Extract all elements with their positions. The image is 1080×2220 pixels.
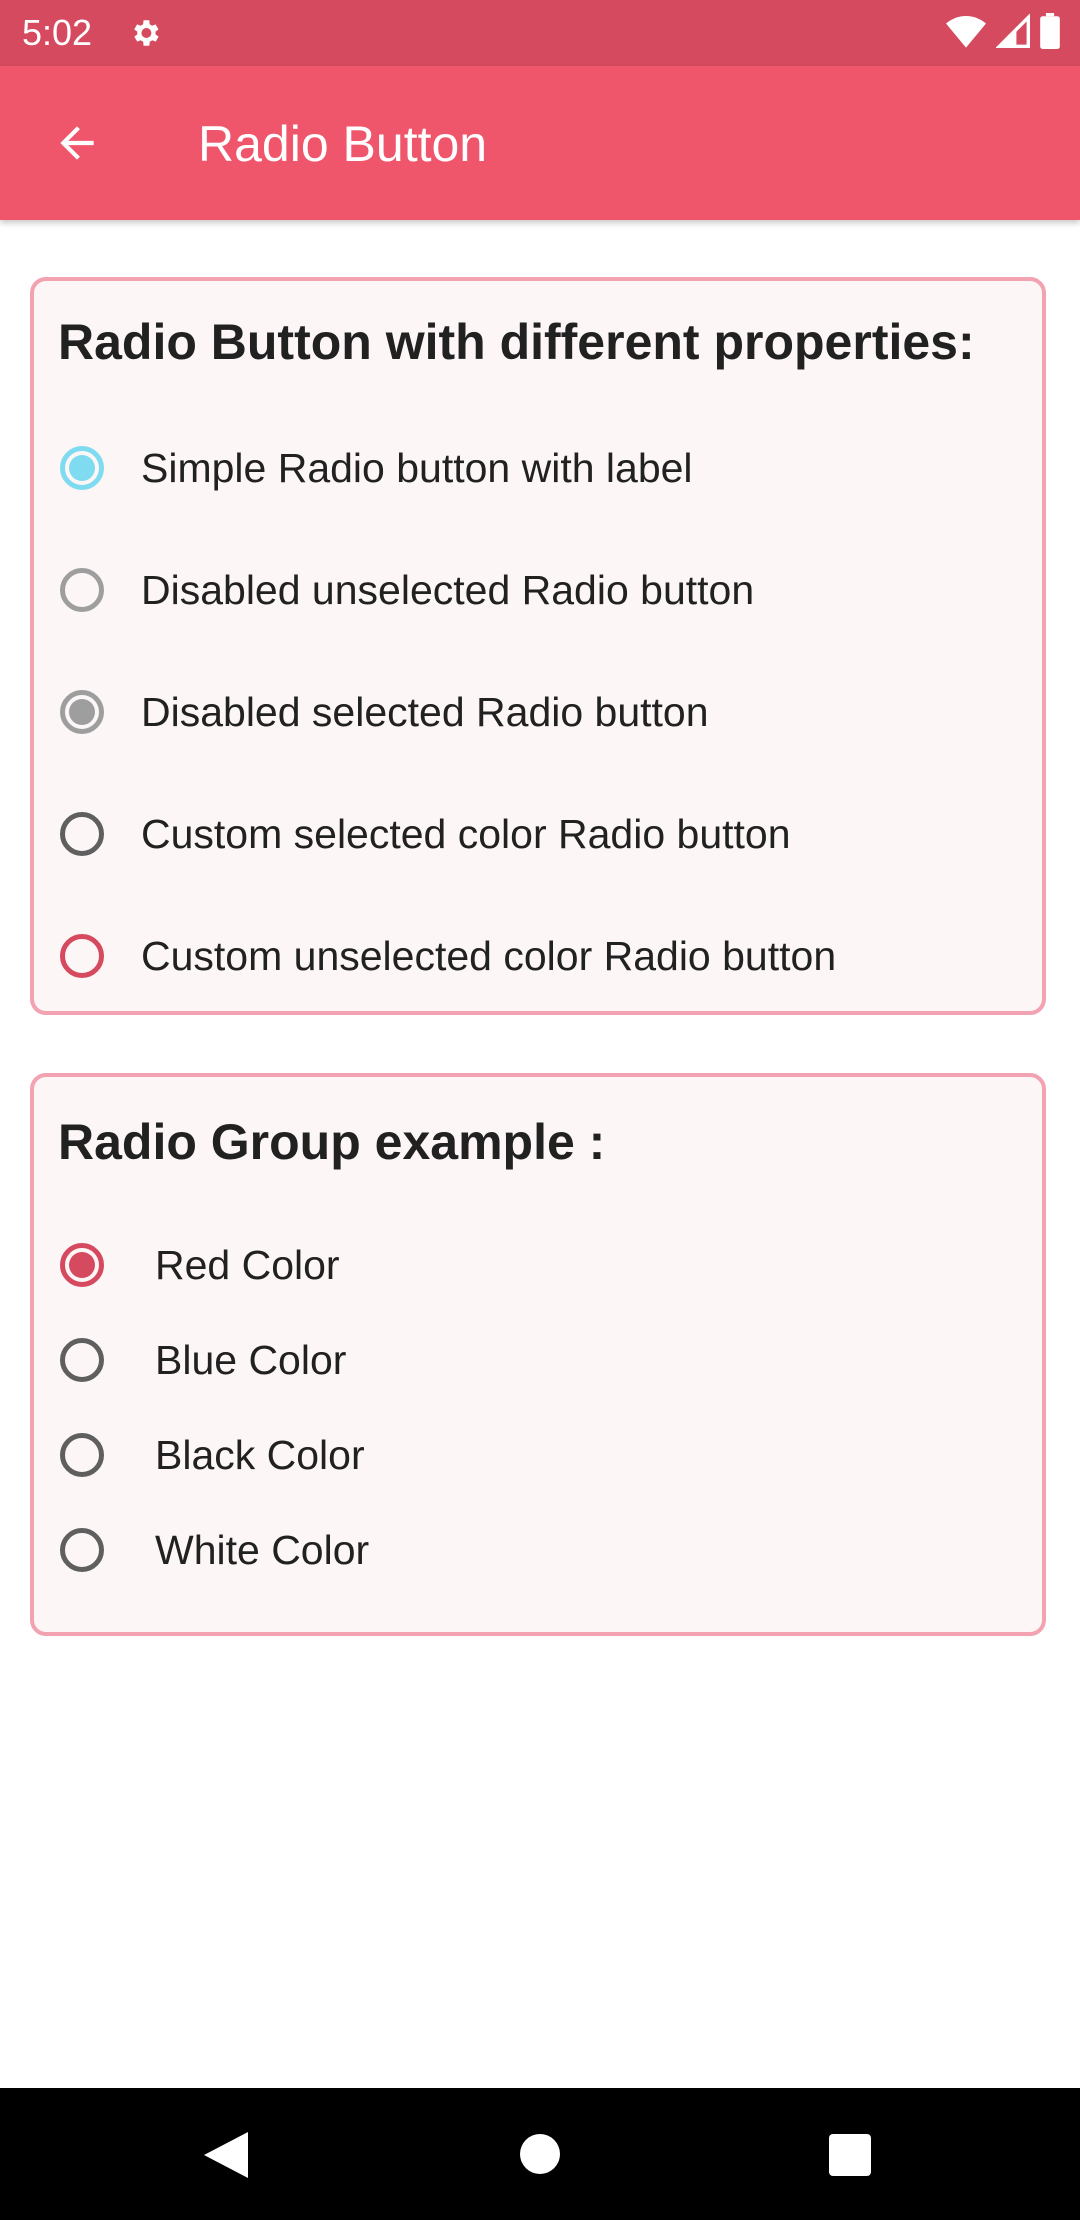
radio-circle (60, 690, 104, 734)
properties-card-title: Radio Button with different properties: (58, 314, 975, 370)
nav-recents-icon[interactable] (829, 2134, 871, 2176)
radio-label: Custom unselected color Radio button (141, 933, 837, 979)
radio-disabled-selected: Disabled selected Radio button (34, 667, 1042, 757)
wifi-icon (946, 14, 986, 53)
radio-black-color[interactable]: Black Color (34, 1410, 1042, 1500)
radio-circle[interactable] (60, 1338, 104, 1382)
app-bar: Radio Button (0, 66, 1080, 220)
radio-disabled-unselected: Disabled unselected Radio button (34, 545, 1042, 635)
radio-label: Black Color (155, 1432, 365, 1478)
navigation-bar (0, 2088, 1080, 2220)
back-button[interactable] (40, 106, 114, 180)
radio-circle[interactable] (60, 1433, 104, 1477)
radio-label: Disabled unselected Radio button (141, 567, 755, 613)
radio-circle[interactable] (60, 812, 104, 856)
radio-label: Blue Color (155, 1337, 347, 1383)
radio-label: Simple Radio button with label (141, 445, 693, 491)
radio-custom-selected-color[interactable]: Custom selected color Radio button (34, 789, 1042, 879)
properties-card: Radio Button with different properties: … (30, 277, 1046, 1015)
settings-gear-icon (128, 16, 162, 50)
radio-dot (69, 455, 95, 481)
radio-dot (69, 1252, 95, 1278)
arrow-left-icon (60, 126, 94, 160)
battery-icon (1040, 12, 1060, 54)
radio-blue-color[interactable]: Blue Color (34, 1315, 1042, 1405)
radio-group-card-title: Radio Group example : (58, 1114, 606, 1170)
status-bar: 5:02 (0, 0, 1080, 66)
radio-custom-unselected-color[interactable]: Custom unselected color Radio button (34, 911, 1042, 1001)
radio-white-color[interactable]: White Color (34, 1505, 1042, 1595)
radio-circle[interactable] (60, 446, 104, 490)
page-title: Radio Button (198, 116, 488, 172)
radio-dot (69, 699, 95, 725)
radio-circle[interactable] (60, 1528, 104, 1572)
radio-label: Custom selected color Radio button (141, 811, 791, 857)
radio-label: White Color (155, 1527, 370, 1573)
nav-home-icon[interactable] (520, 2134, 560, 2174)
radio-label: Red Color (155, 1242, 340, 1288)
nav-back-icon[interactable] (204, 2132, 248, 2178)
radio-simple-with-label[interactable]: Simple Radio button with label (34, 423, 1042, 513)
radio-group-card: Radio Group example : Red Color Blue Col… (30, 1073, 1046, 1636)
radio-circle[interactable] (60, 1243, 104, 1287)
status-time: 5:02 (22, 12, 93, 53)
radio-circle[interactable] (60, 934, 104, 978)
radio-circle (60, 568, 104, 612)
radio-label: Disabled selected Radio button (141, 689, 709, 735)
radio-red-color[interactable]: Red Color (34, 1220, 1042, 1310)
signal-icon (995, 12, 1030, 53)
